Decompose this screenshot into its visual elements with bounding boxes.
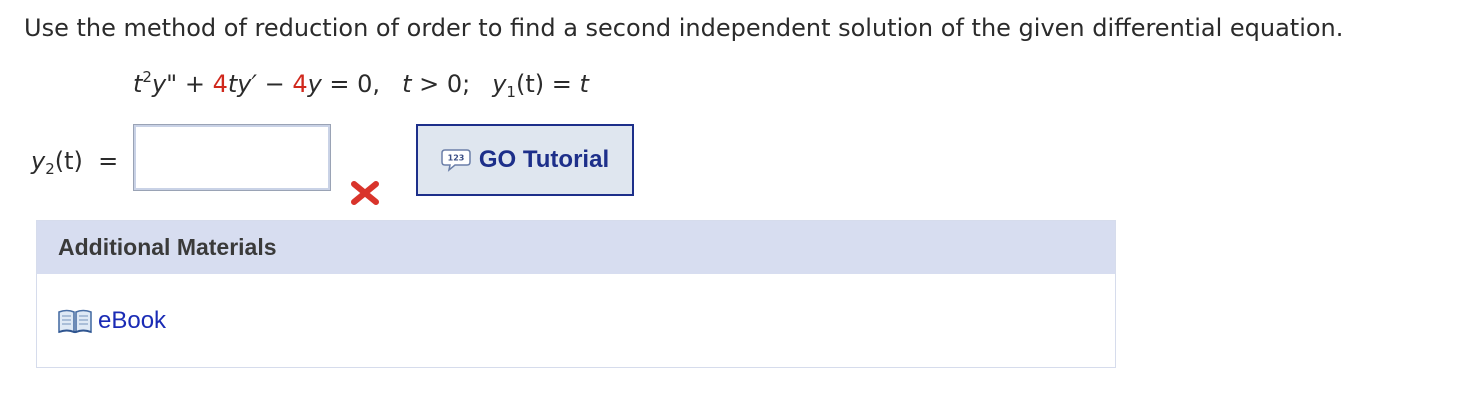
- eq-coefficient-2: 4: [292, 70, 308, 98]
- open-book-icon: [58, 309, 92, 334]
- eq-y1-value: t: [579, 70, 589, 98]
- eq-y1: y: [492, 70, 507, 98]
- red-x-icon: [351, 181, 379, 205]
- ebook-label: eBook: [98, 307, 167, 334]
- additional-materials-title: Additional Materials: [58, 234, 277, 260]
- svg-text:123: 123: [448, 154, 465, 163]
- answer-input[interactable]: [133, 124, 331, 191]
- eq-equals-zero: = 0,: [321, 70, 381, 98]
- eq-plus: +: [177, 70, 213, 98]
- additional-materials-header: Additional Materials: [37, 221, 1115, 274]
- eq-ty-prime: ty′: [227, 70, 257, 98]
- answer-label: y2(t) =: [31, 147, 119, 178]
- eq-y: y: [307, 70, 322, 98]
- answer-label-y: y: [31, 147, 46, 175]
- eq-minus: −: [256, 70, 293, 98]
- eq-y1-paren: (t): [515, 70, 545, 98]
- question-prompt: Use the method of reduction of order to …: [24, 14, 1344, 42]
- speech-bubble-123-icon: 123: [441, 149, 471, 172]
- differential-equation: t2y" + 4ty′ − 4y = 0, t > 0; y1(t) = t: [133, 68, 589, 101]
- go-tutorial-button[interactable]: 123 GO Tutorial: [416, 124, 634, 196]
- ebook-link[interactable]: eBook: [57, 307, 166, 335]
- eq-y1-subscript: 1: [506, 83, 516, 101]
- eq-exponent: 2: [142, 68, 152, 86]
- eq-t: t: [133, 70, 143, 98]
- eq-condition-rest: > 0;: [411, 70, 471, 98]
- answer-label-equals: =: [98, 147, 119, 175]
- eq-coefficient-1: 4: [212, 70, 228, 98]
- go-tutorial-label: GO Tutorial: [478, 146, 610, 173]
- answer-label-subscript: 2: [45, 160, 55, 178]
- additional-materials-panel: Additional Materials eBook: [36, 220, 1116, 368]
- answer-label-paren: (t): [54, 147, 83, 175]
- eq-y-double-prime: y": [151, 70, 178, 98]
- eq-y1-equals: =: [544, 70, 580, 98]
